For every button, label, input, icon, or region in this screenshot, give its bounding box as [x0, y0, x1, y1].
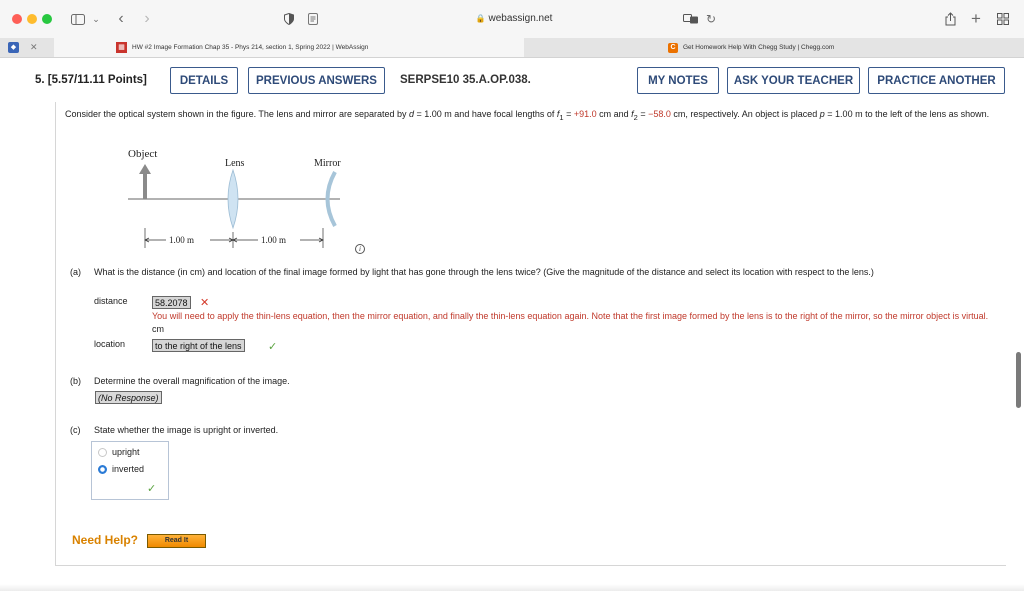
optics-figure: Object Lens Mirror 1.00 m 1.00 m	[128, 148, 341, 248]
distance-label: distance	[94, 296, 128, 306]
browser-toolbar: ⌄ ‹ › 🔒 webassign.net ↻ +	[0, 0, 1024, 38]
question-body: Consider the optical system shown in the…	[55, 102, 1006, 566]
location-select[interactable]: to the right of the lens	[152, 339, 245, 352]
reload-icon[interactable]: ↻	[704, 10, 718, 28]
chegg-favicon-icon: C	[668, 42, 678, 53]
zoom-window-button[interactable]	[42, 14, 52, 24]
close-window-button[interactable]	[12, 14, 22, 24]
part-c-label: (c)	[70, 425, 81, 435]
feedback-message: You will need to apply the thin-lens equ…	[152, 311, 989, 334]
page-scrollbar[interactable]	[1016, 352, 1021, 408]
bottom-edge	[0, 584, 1024, 591]
webassign-favicon-icon: ▦	[116, 42, 127, 53]
shield-icon[interactable]	[282, 10, 296, 28]
orientation-choices: upright inverted ✓	[91, 441, 169, 500]
upright-option[interactable]: upright	[98, 447, 140, 457]
tab-bar: ◆ ✕ ▦ HW #2 Image Formation Chap 35 - Ph…	[0, 38, 1024, 58]
problem-statement: Consider the optical system shown in the…	[65, 109, 990, 122]
sidebar-icon[interactable]	[70, 10, 86, 28]
extension-icon[interactable]: ◆	[8, 42, 19, 53]
lens-shape	[227, 168, 239, 230]
incorrect-icon: ✕	[200, 297, 210, 309]
forward-icon[interactable]: ›	[140, 10, 154, 28]
read-it-button[interactable]: Read It	[147, 534, 206, 548]
object-label: Object	[128, 148, 157, 160]
my-notes-button[interactable]: MY NOTES	[637, 67, 719, 94]
lens-label: Lens	[225, 158, 245, 169]
part-b-label: (b)	[70, 376, 81, 386]
location-label: location	[94, 339, 126, 349]
previous-answers-button[interactable]: PREVIOUS ANSWERS	[248, 67, 385, 94]
ask-your-teacher-button[interactable]: ASK YOUR TEACHER	[727, 67, 860, 94]
minimize-window-button[interactable]	[27, 14, 37, 24]
distance-unit: cm	[152, 324, 164, 334]
tab-webassign[interactable]: ▦ HW #2 Image Formation Chap 35 - Phys 2…	[54, 38, 524, 57]
distance-input[interactable]: 58.2078	[152, 296, 191, 309]
mirror-label: Mirror	[314, 158, 341, 169]
plus-icon[interactable]: +	[969, 9, 983, 28]
chevron-down-icon[interactable]: ⌄	[91, 10, 101, 28]
inverted-radio[interactable]	[98, 464, 107, 474]
info-icon[interactable]: i	[355, 244, 365, 254]
part-c-text: State whether the image is upright or in…	[94, 425, 279, 435]
back-icon[interactable]: ‹	[114, 10, 128, 28]
inverted-option[interactable]: inverted	[98, 464, 144, 474]
question-header: 5. [5.57/11.11 Points] DETAILS PREVIOUS …	[17, 58, 1012, 102]
upright-radio[interactable]	[98, 447, 107, 457]
share-icon[interactable]	[943, 10, 957, 28]
need-help-label: Need Help?	[72, 533, 139, 547]
practice-another-button[interactable]: PRACTICE ANOTHER	[868, 67, 1005, 94]
tab-chegg[interactable]: C Get Homework Help With Chegg Study | C…	[525, 38, 1024, 57]
close-icon[interactable]: ✕	[30, 42, 38, 53]
distance-label-2: 1.00 m	[261, 235, 286, 245]
tab-label: HW #2 Image Formation Chap 35 - Phys 214…	[132, 44, 369, 51]
address-bar[interactable]: 🔒 webassign.net	[308, 8, 720, 30]
details-button[interactable]: DETAILS	[170, 67, 238, 94]
reader-icon[interactable]	[306, 10, 320, 28]
object-arrow	[139, 164, 151, 199]
correct-icon: ✓	[268, 341, 278, 353]
part-a-label: (a)	[70, 267, 81, 277]
question-number: 5. [5.57/11.11 Points]	[35, 74, 147, 86]
url-text: webassign.net	[488, 13, 553, 24]
part-a-text: What is the distance (in cm) and locatio…	[94, 267, 874, 277]
lock-icon: 🔒	[475, 14, 486, 23]
distance-label-1: 1.00 m	[169, 235, 194, 245]
part-b-text: Determine the overall magnification of t…	[94, 376, 290, 386]
magnification-input[interactable]: (No Response)	[95, 391, 162, 404]
tab-label: Get Homework Help With Chegg Study | Che…	[683, 44, 835, 51]
translate-icon[interactable]	[683, 10, 699, 28]
question-code: SERPSE10 35.A.OP.038.	[400, 74, 531, 86]
correct-icon: ✓	[147, 483, 157, 495]
tab-overview-icon[interactable]	[995, 10, 1011, 28]
